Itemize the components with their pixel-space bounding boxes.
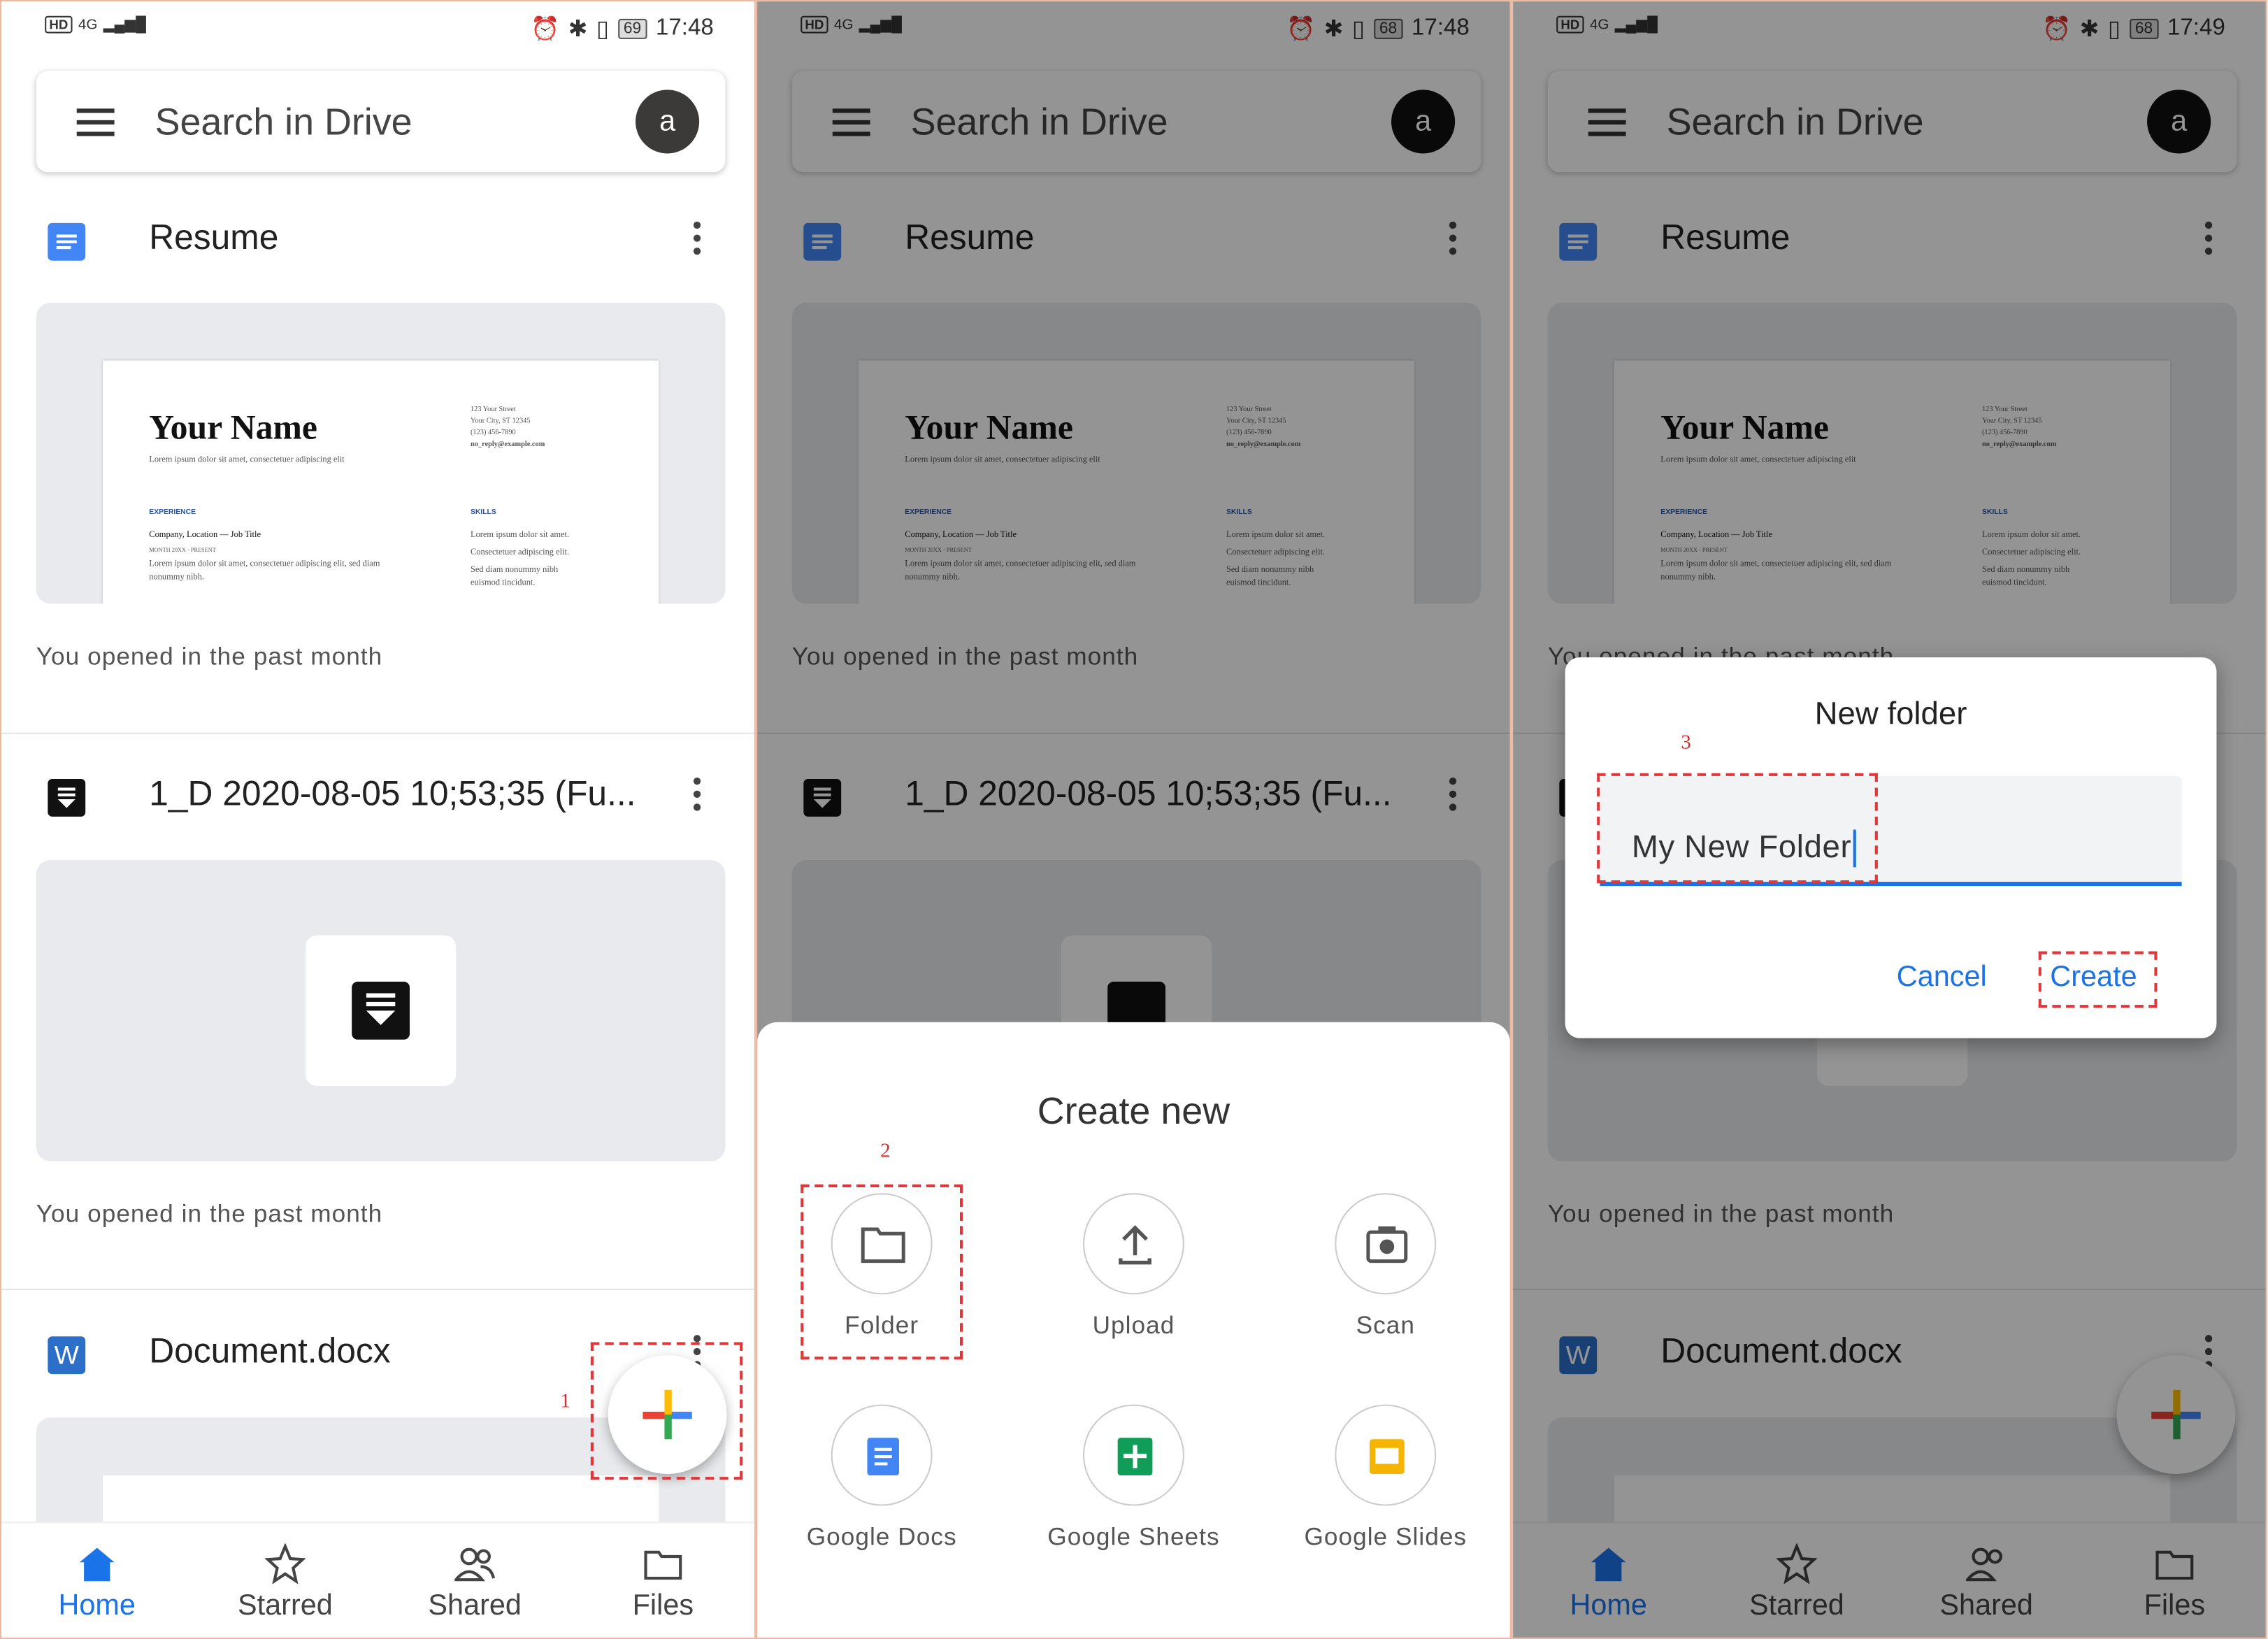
download-doc-icon <box>352 981 410 1040</box>
vibrate-icon: ▯ <box>596 17 610 43</box>
file-name: 1_D 2020-08-05 10;53;35 (Fu... <box>149 774 636 814</box>
file-caption: You opened in the past month <box>36 643 383 671</box>
option-circle <box>1335 1193 1437 1295</box>
word-icon: W <box>48 1336 86 1375</box>
resume-experience-text: nonummy nibh. <box>149 573 205 582</box>
hd-badge: HD <box>45 15 73 34</box>
file-row-resume[interactable]: Resume <box>1 199 754 285</box>
option-label: Google Sheets <box>1047 1523 1220 1551</box>
download-doc-icon <box>48 779 86 817</box>
resume-skills-text: euismod tincidunt. <box>470 579 536 588</box>
option-circle <box>831 1404 933 1506</box>
new-folder-dialog: New folder My New Folder Cancel Create 3 <box>1565 657 2217 1038</box>
panel-new-folder-dialog: HD 4G ▂▄▆█ ⏰ ✱ ▯ 68 17:49 Search in Drive a Re… <box>1512 0 2267 1639</box>
google-slides-option[interactable]: Google Slides <box>1270 1404 1501 1552</box>
more-options-icon[interactable] <box>693 777 702 815</box>
option-label: Scan <box>1356 1312 1415 1340</box>
nav-label: Shared <box>428 1589 522 1622</box>
option-circle <box>1082 1404 1184 1506</box>
resume-address-line: 123 Your Street <box>470 406 516 415</box>
scan-option[interactable]: Scan <box>1270 1193 1501 1340</box>
google-docs-icon <box>867 1438 899 1476</box>
annotation-box <box>1597 773 1878 884</box>
option-circle <box>1082 1193 1184 1295</box>
nav-label: Home <box>58 1589 136 1622</box>
resume-skills-text: Sed diam nonummy nibh <box>470 566 559 575</box>
people-icon <box>454 1547 496 1582</box>
battery-indicator: 69 <box>617 18 647 39</box>
file-row-download[interactable]: 1_D 2020-08-05 10;53;35 (Fu... <box>1 754 754 841</box>
resume-tagline: Lorem ipsum dolor sit amet, consectetuer… <box>149 456 345 465</box>
dialog-title: New folder <box>1814 694 1967 731</box>
folder-icon <box>644 1550 682 1580</box>
resume-address-line: (123) 456-7890 <box>470 429 516 438</box>
file-name: Document.docx <box>149 1332 391 1371</box>
file-caption: You opened in the past month <box>36 1200 383 1228</box>
google-sheets-icon <box>1117 1438 1153 1476</box>
step-marker: 3 <box>1681 732 1691 754</box>
menu-icon[interactable] <box>76 108 115 136</box>
nav-starred[interactable]: Starred <box>199 1543 372 1623</box>
avatar[interactable]: a <box>636 90 700 154</box>
resume-experience-title: Company, Location — Job Title <box>149 531 261 541</box>
sheet-title: Create new <box>1037 1089 1230 1133</box>
option-circle <box>1335 1404 1437 1506</box>
google-sheets-option[interactable]: Google Sheets <box>1018 1404 1249 1552</box>
resume-name: Your Name <box>149 410 317 448</box>
resume-address-line: Your City, ST 12345 <box>470 418 531 426</box>
resume-experience-text: Lorem ipsum dolor sit amet, consectetuer… <box>149 560 380 569</box>
file-name: Resume <box>149 218 279 258</box>
resume-skills-heading: SKILLS <box>470 508 496 517</box>
resume-skills-text: Lorem ipsum dolor sit amet. <box>470 531 570 541</box>
star-icon <box>264 1543 306 1584</box>
annotation-box <box>801 1184 963 1360</box>
annotation-box <box>2038 951 2158 1008</box>
resume-preview: Your Name Lorem ipsum dolor sit amet, co… <box>103 360 659 604</box>
alarm-icon: ⏰ <box>531 17 560 43</box>
nav-label: Files <box>632 1589 694 1622</box>
nav-files[interactable]: Files <box>576 1543 749 1623</box>
network-indicator: 4G <box>78 16 98 33</box>
search-input[interactable]: Search in Drive <box>155 100 412 145</box>
resume-skills-text: Consectetuer adipiscing elit. <box>470 548 570 558</box>
file-preview-resume[interactable]: Your Name Lorem ipsum dolor sit amet, co… <box>36 302 726 604</box>
status-bar: HD 4G ▂▄▆█ ⏰ ✱ ▯ 69 17:48 <box>1 1 754 57</box>
option-label: Upload <box>1092 1312 1175 1340</box>
more-options-icon[interactable] <box>693 221 702 259</box>
annotation-box <box>590 1342 743 1480</box>
resume-address-line: no_reply@example.com <box>470 441 545 449</box>
bluetooth-icon: ✱ <box>568 17 588 43</box>
cancel-button[interactable]: Cancel <box>1897 961 1987 995</box>
option-label: Google Docs <box>806 1523 957 1551</box>
google-docs-icon <box>48 222 86 261</box>
preview-tile <box>305 935 457 1087</box>
panel-drive-home: HD 4G ▂▄▆█ ⏰ ✱ ▯ 69 17:48 Search in Drive a Re… <box>0 0 756 1639</box>
panel-create-new: HD 4G ▂▄▆█ ⏰ ✱ ▯ 68 17:48 Search in Drive a Re… <box>756 0 1512 1639</box>
search-bar[interactable]: Search in Drive a <box>36 71 726 173</box>
nav-label: Starred <box>238 1589 333 1622</box>
nav-home[interactable]: Home <box>10 1543 183 1623</box>
camera-icon <box>1366 1226 1408 1264</box>
bottom-nav: Home Starred Shared Files <box>1 1522 754 1638</box>
signal-icon: ▂▄▆█ <box>103 16 146 33</box>
divider <box>1 1288 754 1290</box>
option-label: Google Slides <box>1304 1523 1467 1551</box>
clock: 17:48 <box>655 15 714 41</box>
nav-shared[interactable]: Shared <box>388 1543 561 1623</box>
create-new-sheet: Create new Folder Upload Scan Google Doc… <box>757 1022 1510 1638</box>
file-preview-download[interactable] <box>36 859 726 1161</box>
google-docs-option[interactable]: Google Docs <box>766 1404 997 1552</box>
step-marker: 2 <box>880 1140 891 1163</box>
home-icon <box>79 1547 115 1582</box>
upload-icon <box>1119 1225 1151 1265</box>
upload-option[interactable]: Upload <box>1018 1193 1249 1340</box>
resume-experience-heading: EXPERIENCE <box>149 508 196 517</box>
resume-experience-dates: MONTH 20XX - PRESENT <box>149 545 216 554</box>
google-slides-icon <box>1369 1439 1405 1474</box>
step-marker: 1 <box>560 1391 570 1414</box>
divider <box>1 732 754 734</box>
